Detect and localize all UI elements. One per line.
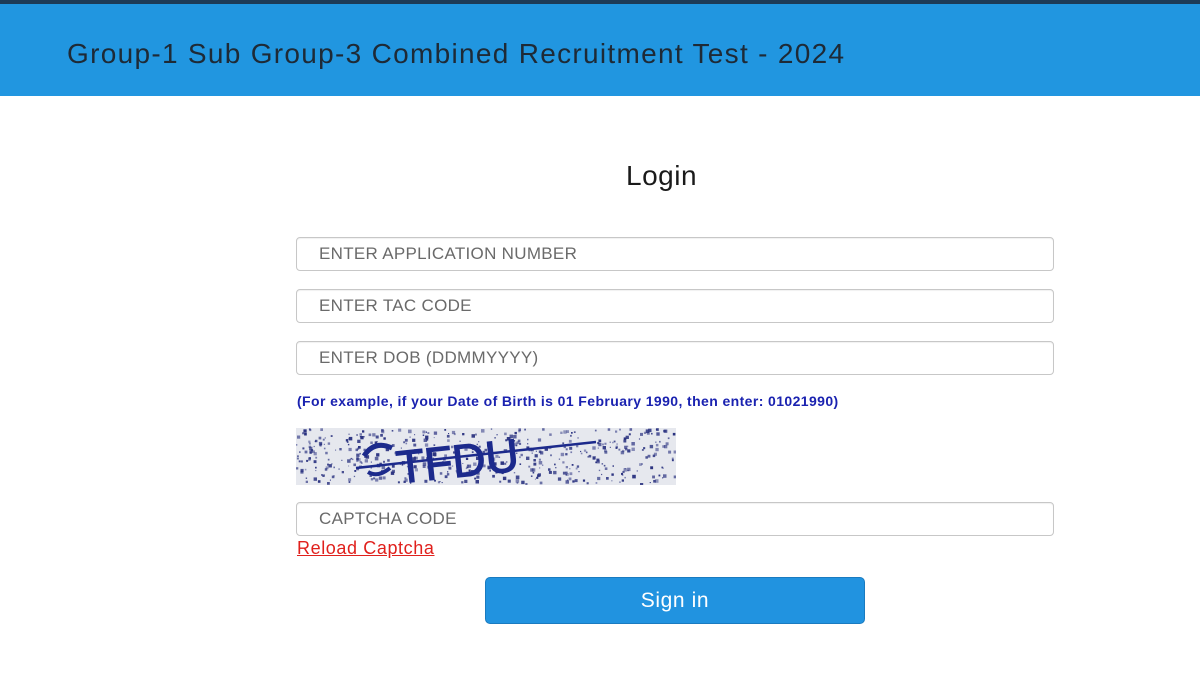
page-title: Group-1 Sub Group-3 Combined Recruitment… [67,38,846,69]
captcha-image: TFDU [296,428,677,494]
reload-captcha-link[interactable]: Reload Captcha [297,538,435,559]
sign-in-button[interactable]: Sign in [485,577,865,624]
page-header: Group-1 Sub Group-3 Combined Recruitment… [0,4,1200,96]
dob-hint: (For example, if your Date of Birth is 0… [297,393,839,409]
dob-input[interactable] [296,341,1054,375]
captcha-input[interactable] [296,502,1054,536]
tac-code-input[interactable] [296,289,1054,323]
login-heading: Login [626,160,698,191]
application-number-input[interactable] [296,237,1054,271]
